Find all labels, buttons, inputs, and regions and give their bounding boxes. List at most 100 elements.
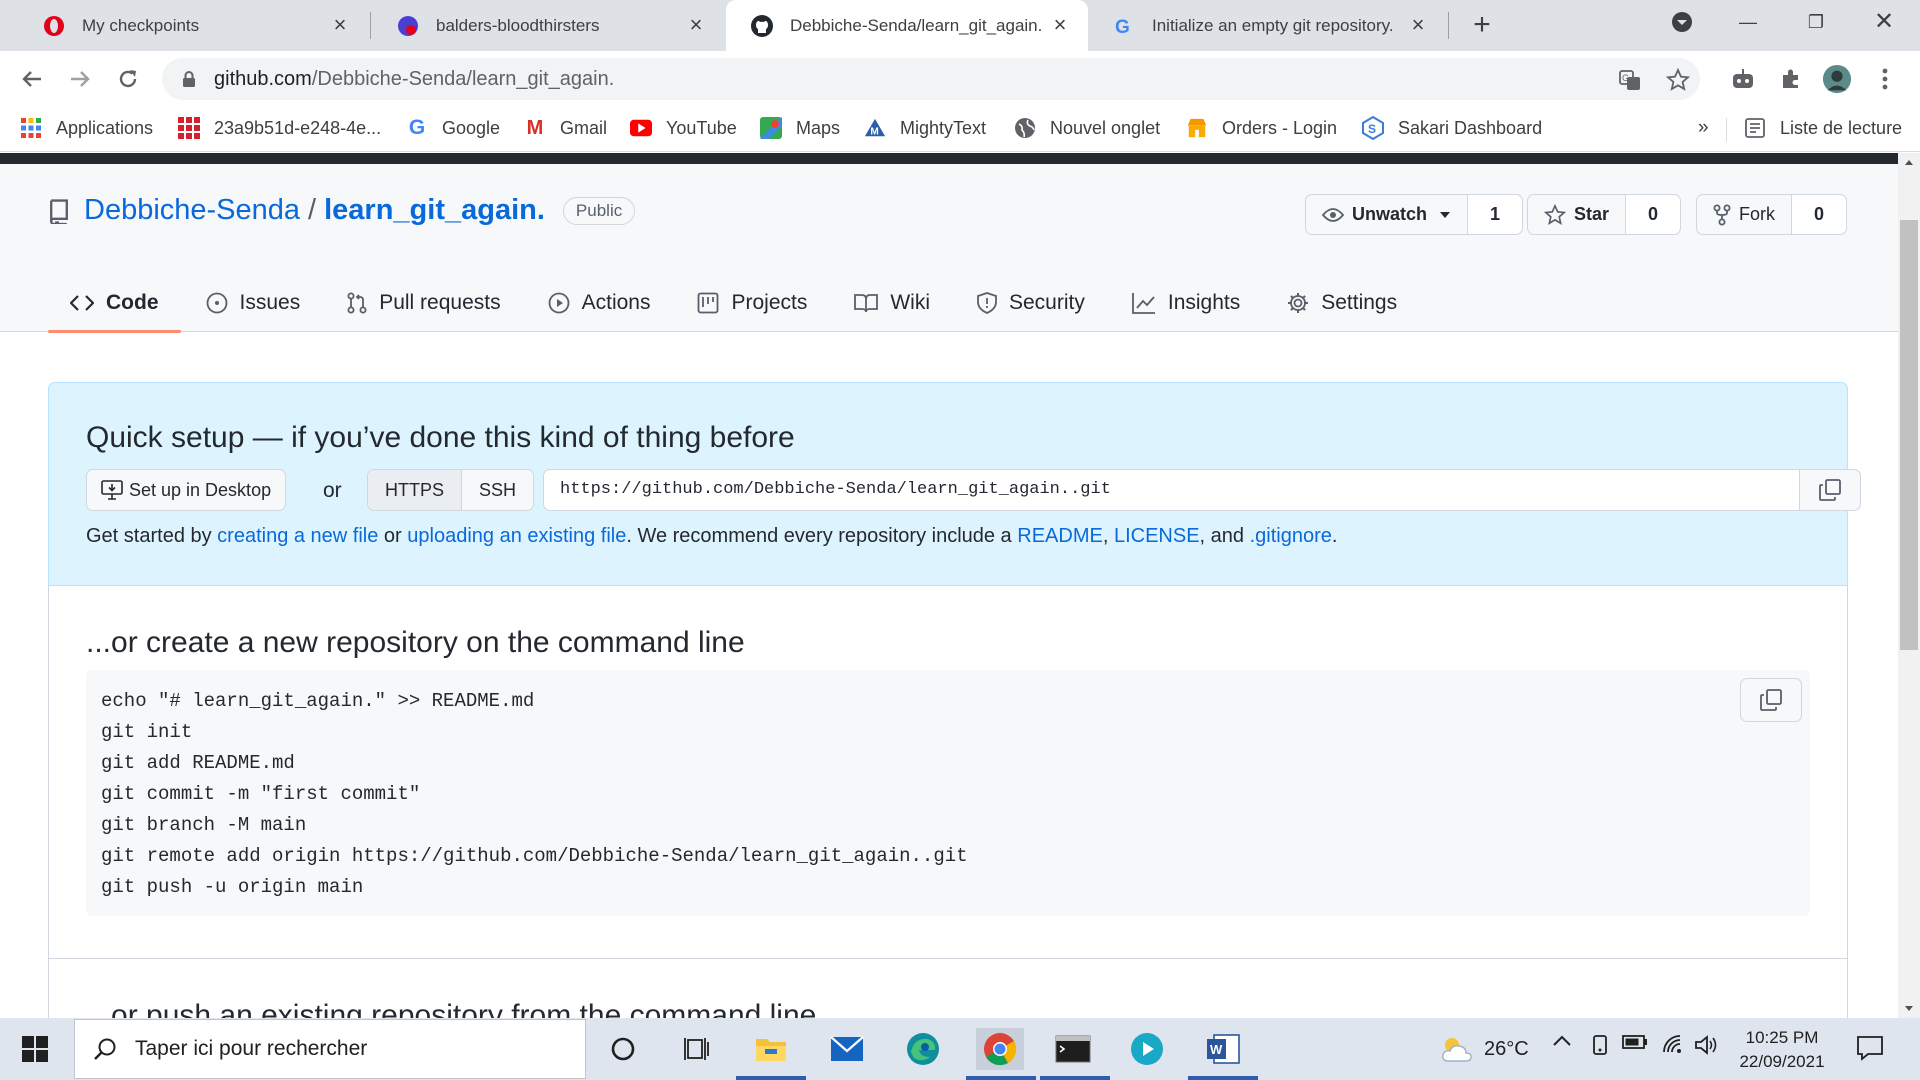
copy-commands-button[interactable]: [1740, 678, 1802, 722]
tab-settings[interactable]: Settings: [1265, 274, 1419, 332]
terminal-button[interactable]: [1052, 1028, 1094, 1070]
clone-url-input[interactable]: https://github.com/Debbiche-Senda/learn_…: [543, 469, 1800, 511]
tab-github-repo[interactable]: Debbiche-Senda/learn_git_again. ×: [726, 0, 1088, 51]
bookmark-nouvel-onglet[interactable]: Nouvel onglet: [1014, 117, 1160, 139]
close-icon[interactable]: ×: [1406, 13, 1430, 38]
quick-setup-help: Get started by creating a new file or up…: [86, 525, 1337, 548]
tray-overflow-button[interactable]: [1552, 1034, 1572, 1048]
bookmark-youtube[interactable]: YouTube: [630, 117, 737, 139]
tab-security[interactable]: Security: [955, 274, 1107, 332]
tab-label: Code: [106, 291, 159, 314]
close-icon[interactable]: ×: [328, 13, 352, 38]
tab-initialize-git[interactable]: G Initialize an empty git repository. ×: [1088, 0, 1446, 51]
unwatch-button[interactable]: Unwatch: [1306, 195, 1467, 234]
edge-button[interactable]: [902, 1028, 944, 1070]
tab-issues[interactable]: Issues: [184, 274, 323, 332]
create-file-link[interactable]: creating a new file: [217, 525, 378, 547]
media-player-button[interactable]: [1126, 1028, 1168, 1070]
weather-widget[interactable]: 26°C: [1440, 1034, 1529, 1064]
translate-icon[interactable]: G: [1618, 68, 1642, 92]
new-tab-button[interactable]: +: [1466, 10, 1498, 42]
fork-count[interactable]: 0: [1791, 195, 1847, 234]
close-icon[interactable]: ×: [684, 13, 708, 38]
address-bar[interactable]: github.com/Debbiche-Senda/learn_git_agai…: [162, 58, 1700, 100]
upload-file-link[interactable]: uploading an existing file: [407, 525, 626, 547]
bookmarks-overflow-button[interactable]: »: [1698, 117, 1709, 139]
mail-button[interactable]: [826, 1028, 868, 1070]
gitignore-link[interactable]: .gitignore: [1250, 525, 1332, 547]
wifi-button[interactable]: [1662, 1034, 1684, 1054]
bookmark-google[interactable]: G Google: [406, 116, 500, 139]
bookmark-label: Orders - Login: [1222, 117, 1338, 138]
license-link[interactable]: LICENSE: [1114, 525, 1200, 547]
tab-balders-bloodthirsters[interactable]: balders-bloodthirsters ×: [372, 0, 724, 51]
push-existing-section: ...or push an existing repository from t…: [48, 959, 1848, 1018]
star-button[interactable]: Star: [1528, 195, 1625, 234]
tab-insights[interactable]: Insights: [1110, 274, 1262, 332]
tray-device-button[interactable]: [1590, 1034, 1610, 1056]
chevron-up-icon: [1553, 1035, 1571, 1046]
setup-desktop-button[interactable]: Set up in Desktop: [86, 469, 287, 511]
create-repo-commands[interactable]: echo "# learn_git_again." >> README.md g…: [101, 686, 968, 903]
watch-button-group: Unwatch 1: [1305, 194, 1524, 235]
tab-search-button[interactable]: [1654, 0, 1710, 44]
close-window-button[interactable]: ✕: [1856, 0, 1912, 44]
reload-icon: [119, 70, 137, 88]
help-text: or: [378, 525, 408, 547]
star-icon[interactable]: [1666, 68, 1690, 92]
bookmark-mightytext[interactable]: M MightyText: [864, 117, 986, 139]
close-icon[interactable]: ×: [1048, 13, 1072, 38]
tab-title: Initialize an empty git repository.: [1152, 15, 1394, 35]
battery-button[interactable]: [1622, 1034, 1648, 1050]
mightytext-icon: M: [864, 117, 886, 139]
taskbar-search[interactable]: Taper ici pour rechercher: [74, 1019, 586, 1079]
https-button[interactable]: HTTPS: [368, 470, 462, 510]
repo-owner-link[interactable]: Debbiche-Senda: [84, 194, 300, 227]
bookmark-applications[interactable]: Applications: [20, 117, 153, 139]
star-count[interactable]: 0: [1625, 195, 1681, 234]
word-button[interactable]: W: [1202, 1028, 1244, 1070]
task-view-icon: [684, 1038, 709, 1060]
system-clock[interactable]: 10:25 PM 22/09/2021: [1722, 1026, 1842, 1074]
bookmark-gmail[interactable]: M Gmail: [524, 117, 607, 139]
tab-wiki[interactable]: Wiki: [832, 274, 952, 332]
forward-button[interactable]: [64, 63, 96, 95]
notifications-button[interactable]: [1856, 1035, 1884, 1061]
cortana-button[interactable]: [602, 1028, 644, 1070]
profile-avatar[interactable]: [1822, 64, 1852, 94]
reading-list-button[interactable]: Liste de lecture: [1744, 117, 1902, 139]
tab-code[interactable]: Code: [48, 274, 181, 333]
windows-start-icon[interactable]: [22, 1036, 48, 1062]
chrome-button[interactable]: [976, 1028, 1024, 1070]
tab-my-checkpoints[interactable]: My checkpoints ×: [18, 0, 368, 51]
minimize-button[interactable]: —: [1720, 0, 1776, 44]
reload-button[interactable]: [112, 63, 144, 95]
extensions-button[interactable]: [1776, 64, 1806, 94]
ssh-button[interactable]: SSH: [461, 470, 534, 510]
fork-button[interactable]: Fork: [1697, 195, 1791, 234]
repo-name-link[interactable]: learn_git_again.: [324, 194, 545, 227]
bookmark-sakari-dashboard[interactable]: S Sakari Dashboard: [1362, 116, 1542, 140]
scrollbar-thumb[interactable]: [1900, 220, 1918, 650]
tab-projects[interactable]: Projects: [675, 274, 829, 332]
menu-button[interactable]: [1870, 64, 1900, 94]
copy-url-button[interactable]: [1799, 469, 1861, 511]
bookmark-uuid[interactable]: 23a9b51d-e248-4e...: [178, 117, 381, 139]
star-button-group: Star 0: [1527, 194, 1682, 235]
restore-button[interactable]: ❐: [1788, 0, 1844, 44]
volume-button[interactable]: [1694, 1034, 1718, 1056]
file-explorer-button[interactable]: [750, 1028, 792, 1070]
task-view-button[interactable]: [676, 1028, 718, 1070]
extension-robot-button[interactable]: [1728, 64, 1758, 94]
readme-link[interactable]: README: [1017, 525, 1103, 547]
back-button[interactable]: [16, 63, 48, 95]
running-indicator: [1188, 1076, 1258, 1080]
bookmark-maps[interactable]: Maps: [760, 117, 840, 139]
opera-icon: [44, 15, 64, 36]
repo-title: Debbiche-Senda / learn_git_again. Public: [48, 194, 636, 227]
tab-actions[interactable]: Actions: [526, 274, 673, 332]
tab-pull-requests[interactable]: Pull requests: [325, 274, 522, 332]
bookmark-orders-login[interactable]: Orders - Login: [1186, 117, 1337, 139]
windows-taskbar: Taper ici pour rechercher W 26°C 10:25 P…: [0, 1018, 1920, 1080]
watch-count[interactable]: 1: [1467, 195, 1523, 234]
